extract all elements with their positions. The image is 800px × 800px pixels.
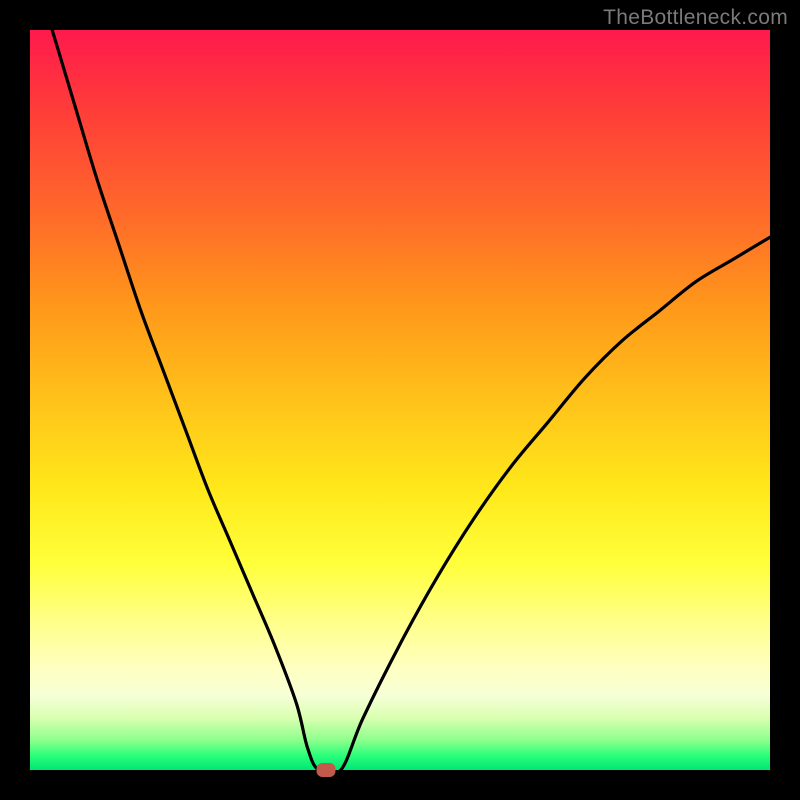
optimal-point-marker (317, 763, 336, 777)
bottleneck-curve (30, 30, 770, 770)
plot-area (30, 30, 770, 770)
watermark-text: TheBottleneck.com (603, 6, 788, 30)
chart-frame: TheBottleneck.com (0, 0, 800, 800)
